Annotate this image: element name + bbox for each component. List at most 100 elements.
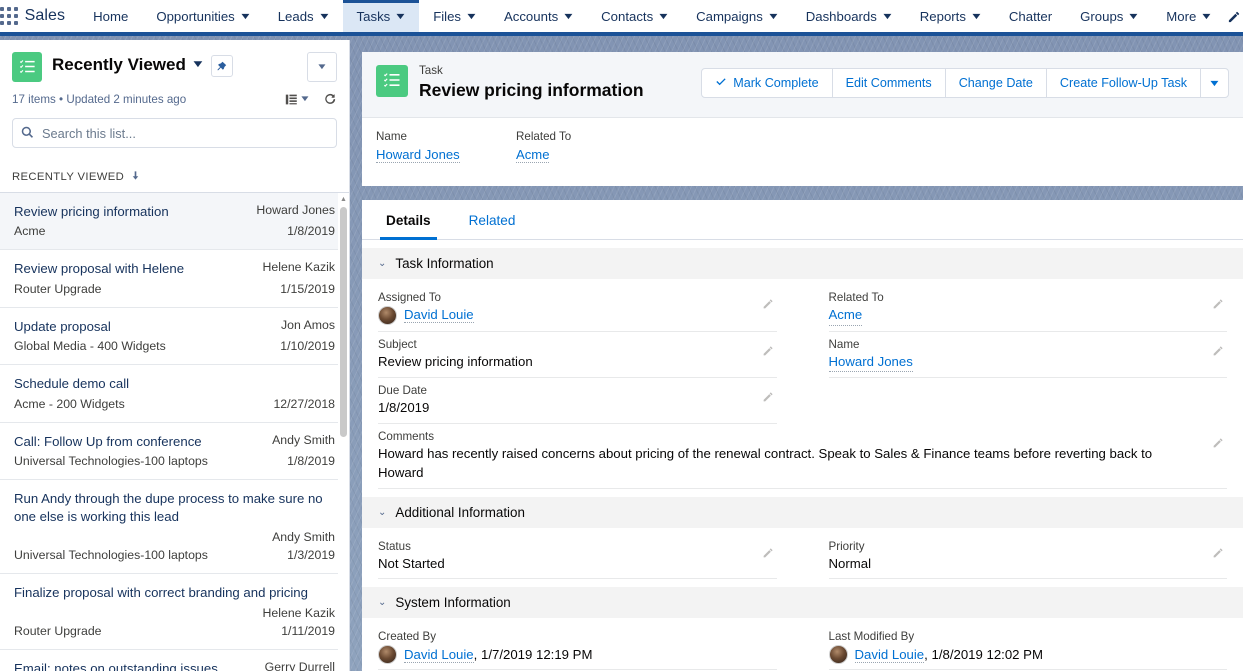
field-value-link[interactable]: Howard Jones — [828, 353, 913, 373]
list-item[interactable]: Update proposal Jon Amos Global Media - 40… — [0, 308, 349, 366]
edit-field-button[interactable] — [762, 390, 775, 408]
highlight-field-label: Name — [376, 130, 407, 143]
section-header-system-information[interactable]: ⌄ System Information — [362, 587, 1243, 619]
field-value-link[interactable]: David Louie — [404, 307, 474, 324]
change-date-button[interactable]: Change Date — [944, 68, 1047, 98]
list-column-header[interactable]: RECENTLY VIEWED — [0, 159, 349, 193]
field-value-link[interactable]: David Louie — [404, 646, 474, 663]
nav-item-label: Dashboards — [805, 8, 877, 24]
pencil-icon — [763, 299, 773, 309]
chevron-down-icon: ▼ — [656, 10, 671, 21]
edit-field-button[interactable] — [1212, 344, 1225, 362]
highlight-field-value[interactable]: Acme — [516, 147, 550, 163]
nav-item-files[interactable]: Files ▼ — [419, 0, 490, 32]
nav-item-label: Contacts — [601, 8, 654, 24]
chevron-down-icon: ⌄ — [378, 258, 387, 269]
field-status: Status Not Started — [378, 534, 777, 580]
display-as-button[interactable]: ▼ — [285, 93, 311, 106]
more-actions-button[interactable]: ▼ — [1200, 68, 1229, 98]
list-view-controls-button[interactable]: ▼ — [307, 52, 337, 82]
scrollbar-thumb[interactable] — [340, 207, 347, 437]
edit-field-button[interactable] — [762, 546, 775, 564]
list-item[interactable]: Review proposal with Helene Helene Kazik R… — [0, 250, 349, 308]
highlight-field-value[interactable]: Howard Jones — [376, 147, 460, 163]
edit-field-button[interactable] — [1212, 436, 1225, 454]
app-launcher-button[interactable] — [0, 0, 19, 32]
list-item-date: 1/8/2019 — [287, 224, 335, 239]
nav-item-groups[interactable]: Groups ▼ — [1066, 0, 1152, 32]
nav-item-leads[interactable]: Leads ▼ — [264, 0, 343, 32]
list-item-title: Finalize proposal with correct branding … — [14, 584, 308, 600]
create-follow-up-task-button[interactable]: Create Follow-Up Task — [1045, 68, 1202, 98]
list-view-title-label: Recently Viewed — [52, 55, 186, 74]
list-item[interactable]: Finalize proposal with correct branding … — [0, 574, 349, 651]
pencil-icon — [1213, 438, 1223, 448]
section-header-task-information[interactable]: ⌄ Task Information — [362, 248, 1243, 279]
list-item-date: 1/3/2019 — [287, 547, 335, 562]
list-item[interactable]: Call: Follow Up from conference Andy Smit… — [0, 423, 349, 481]
pencil-icon — [763, 548, 773, 558]
nav-item-home[interactable]: Home — [79, 0, 142, 32]
field-value-link[interactable]: Acme — [828, 306, 863, 326]
chevron-down-icon: ▼ — [464, 10, 479, 21]
chevron-down-icon: ▼ — [299, 94, 311, 103]
field-value-link[interactable]: David Louie — [854, 646, 925, 663]
chevron-down-icon: ▼ — [880, 10, 894, 21]
field-label: Priority — [828, 539, 865, 553]
page-title: Review pricing information — [419, 80, 644, 101]
nav-item-label: Home — [93, 8, 129, 24]
list-item[interactable]: Run Andy through the dupe process to mak… — [0, 480, 349, 574]
refresh-button[interactable] — [323, 92, 337, 106]
app-name-label[interactable]: Sales — [19, 0, 80, 32]
search-input[interactable] — [12, 118, 337, 148]
scroll-up-arrow-icon[interactable]: ▲ — [338, 193, 349, 205]
nav-item-accounts[interactable]: Accounts ▼ — [490, 0, 587, 32]
section-fields: Status Not Started Priority Normal — [362, 528, 1243, 580]
list-item[interactable]: Review pricing information Howard Jones Ac… — [0, 193, 349, 251]
field-label: Related To — [828, 291, 884, 304]
list-scrollbar[interactable]: ▲ — [338, 193, 349, 671]
highlight-field: Name Howard Jones — [376, 130, 516, 164]
chevron-down-icon: ▼ — [394, 10, 408, 21]
mark-complete-button[interactable]: Mark Complete — [701, 68, 833, 98]
nav-item-label: Opportunities — [156, 8, 235, 24]
edit-field-button[interactable] — [762, 297, 775, 315]
pencil-icon — [1228, 11, 1239, 22]
edit-field-button[interactable] — [1212, 546, 1225, 564]
edit-nav-button[interactable] — [1225, 0, 1243, 32]
list-item-title: Call: Follow Up from conference — [14, 433, 202, 449]
nav-item-label: Chatter — [1008, 8, 1053, 24]
nav-item-dashboards[interactable]: Dashboards ▼ — [792, 0, 906, 32]
edit-field-button[interactable] — [762, 344, 775, 362]
list-item-date: 1/10/2019 — [280, 339, 335, 354]
field-related-to: Related To Acme — [828, 285, 1227, 332]
check-icon — [715, 76, 727, 91]
list-item-subject: Acme - 200 Widgets — [14, 396, 125, 411]
nav-item-label: Campaigns — [696, 8, 763, 24]
edit-comments-button[interactable]: Edit Comments — [831, 68, 946, 98]
field-name: Name Howard Jones — [828, 332, 1227, 379]
tab-related[interactable]: Related — [463, 200, 522, 239]
list-item-subject: Universal Technologies-100 laptops — [14, 454, 208, 469]
list-item[interactable]: Schedule demo call Acme - 200 Widgets 12/2… — [0, 365, 349, 423]
chevron-down-icon: ▼ — [190, 59, 206, 70]
field-label: Last Modified By — [828, 630, 915, 644]
action-button-label: Change Date — [958, 76, 1033, 90]
tab-details[interactable]: Details — [380, 200, 437, 240]
field-created-by: Created By David Louie, 1/7/2019 12:19 PM — [378, 624, 777, 671]
list-view-title[interactable]: Recently Viewed ▼ — [52, 55, 206, 75]
edit-field-button[interactable] — [1212, 297, 1225, 315]
section-header-additional-information[interactable]: ⌄ Additional Information — [362, 496, 1243, 528]
list-item[interactable]: Email: notes on outstanding issues Gerry … — [0, 650, 349, 671]
nav-item-campaigns[interactable]: Campaigns ▼ — [682, 0, 792, 32]
nav-item-reports[interactable]: Reports ▼ — [906, 0, 995, 32]
list-item-title: Review pricing information — [14, 204, 169, 219]
nav-item-more[interactable]: More ▼ — [1152, 0, 1225, 32]
nav-item-opportunities[interactable]: Opportunities ▼ — [142, 0, 263, 32]
record-actions-toolbar: Mark Complete Edit Comments Change Date Cre… — [701, 68, 1229, 98]
nav-item-contacts[interactable]: Contacts ▼ — [587, 0, 682, 32]
nav-item-chatter[interactable]: Chatter — [995, 0, 1066, 32]
nav-item-tasks[interactable]: Tasks ▼ — [342, 0, 420, 32]
pin-list-view-button[interactable] — [210, 55, 233, 77]
list-item-owner: Helene Kazik — [262, 606, 335, 621]
